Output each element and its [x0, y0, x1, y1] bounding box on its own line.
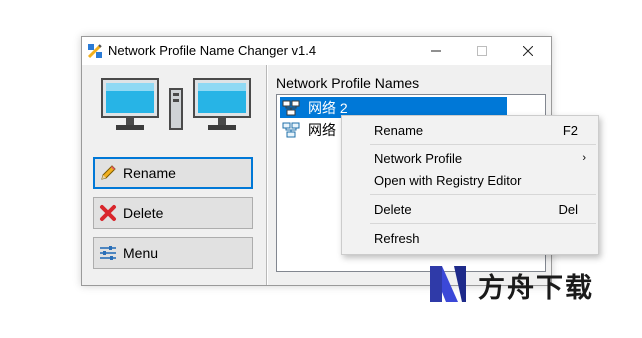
rename-button-label: Rename	[123, 165, 176, 181]
delete-button-label: Delete	[123, 205, 164, 221]
maximize-icon	[477, 46, 487, 56]
list-item[interactable]: 网络	[280, 119, 339, 140]
menu-item-label: Rename	[374, 122, 424, 138]
window-title: Network Profile Name Changer v1.4	[108, 43, 317, 58]
context-menu: Rename F2 Network Profile › Open with Re…	[341, 115, 599, 255]
menu-separator	[370, 223, 596, 224]
context-menu-network-profile[interactable]: Network Profile ›	[342, 147, 598, 169]
minimize-icon	[431, 50, 441, 52]
network-icon	[282, 122, 300, 137]
delete-x-icon	[98, 203, 118, 223]
network-icon	[282, 100, 300, 115]
sliders-icon	[98, 243, 118, 263]
menu-item-shortcut: F2	[562, 122, 578, 138]
context-menu-refresh[interactable]: Refresh	[342, 227, 598, 249]
close-button[interactable]	[505, 37, 551, 65]
context-menu-rename[interactable]: Rename F2	[342, 119, 598, 141]
watermark-text: 方舟下载	[478, 273, 594, 304]
menu-item-label: Refresh	[374, 230, 420, 246]
delete-button[interactable]: Delete	[93, 197, 253, 229]
maximize-button[interactable]	[459, 37, 505, 65]
profile-list-label: Network Profile Names	[276, 75, 420, 91]
pencil-icon	[98, 163, 118, 183]
menu-item-shortcut: Del	[558, 201, 578, 217]
chevron-right-icon: ›	[582, 152, 586, 164]
left-panel: Rename Delete Menu	[82, 65, 266, 285]
menu-item-label: Delete	[374, 201, 412, 217]
title-bar[interactable]: Network Profile Name Changer v1.4	[82, 37, 551, 65]
context-menu-open-registry[interactable]: Open with Registry Editor	[342, 169, 598, 191]
menu-separator	[370, 194, 596, 195]
minimize-button[interactable]	[413, 37, 459, 65]
menu-button-label: Menu	[123, 245, 159, 261]
menu-item-label: Network Profile	[374, 150, 463, 166]
menu-separator	[370, 144, 596, 145]
list-item-label: 网络	[308, 121, 336, 138]
watermark-logo	[430, 266, 466, 302]
context-menu-delete[interactable]: Delete Del	[342, 198, 598, 220]
close-icon	[523, 46, 533, 56]
network-computers-icon	[101, 78, 251, 130]
rename-button[interactable]: Rename	[93, 157, 253, 189]
watermark: 方舟下载	[428, 264, 608, 304]
app-icon	[87, 44, 102, 59]
menu-item-label: Open with Registry Editor	[374, 172, 522, 188]
menu-button[interactable]: Menu	[93, 237, 253, 269]
